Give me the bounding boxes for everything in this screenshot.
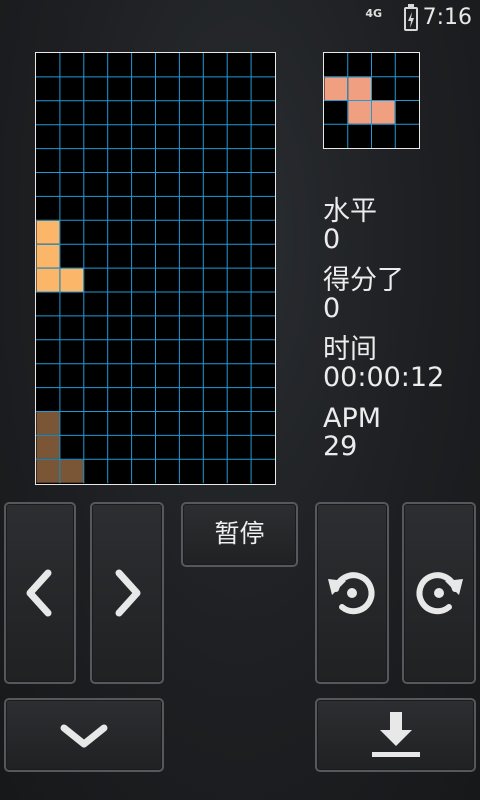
level-label: 水平 [323,196,377,227]
level-value: 0 [323,224,341,255]
apm-stat: APM 29 [323,405,381,461]
time-stat: 时间 00:00:12 [323,336,444,392]
rotate-left-button[interactable] [315,502,389,684]
soft-drop-button[interactable] [4,698,164,772]
next-piece-block [348,101,371,124]
next-piece-block [324,77,348,100]
active-piece-block [60,268,84,292]
move-right-button[interactable] [90,502,164,684]
apm-label: APM [323,403,382,434]
signal-4g-icon: 4G [365,7,382,20]
pause-button[interactable]: 暂停 [181,502,298,567]
active-piece-block [36,244,60,268]
settled-block [60,459,84,483]
hard-drop-button[interactable] [315,698,476,772]
settled-block [36,435,60,459]
active-piece-block [36,220,60,244]
rotate-right-button[interactable] [402,502,476,684]
status-bar: 4G 7:16 [0,0,480,40]
settled-block [36,459,60,483]
next-piece-preview [323,52,420,149]
score-label: 得分了 [323,265,404,296]
hard-drop-icon [371,712,420,757]
chevron-right-icon [115,569,141,617]
score-value: 0 [323,293,341,324]
rotate-cw-icon [416,572,463,615]
clock: 7:16 [422,5,472,30]
time-value: 00:00:12 [323,362,445,393]
next-piece-block [348,77,371,100]
move-left-button[interactable] [4,502,76,684]
battery-charging-icon [404,4,418,31]
score-stat: 得分了 0 [323,267,404,323]
next-piece-block [372,101,395,124]
apm-value: 29 [323,431,358,462]
settled-block [36,412,60,435]
active-piece-block [36,268,60,292]
level-stat: 水平 0 [323,198,377,254]
chevron-left-icon [26,569,52,617]
game-board[interactable] [35,52,276,485]
rotate-ccw-icon [328,572,375,615]
time-label: 时间 [323,334,377,365]
chevron-down-icon [60,724,108,748]
